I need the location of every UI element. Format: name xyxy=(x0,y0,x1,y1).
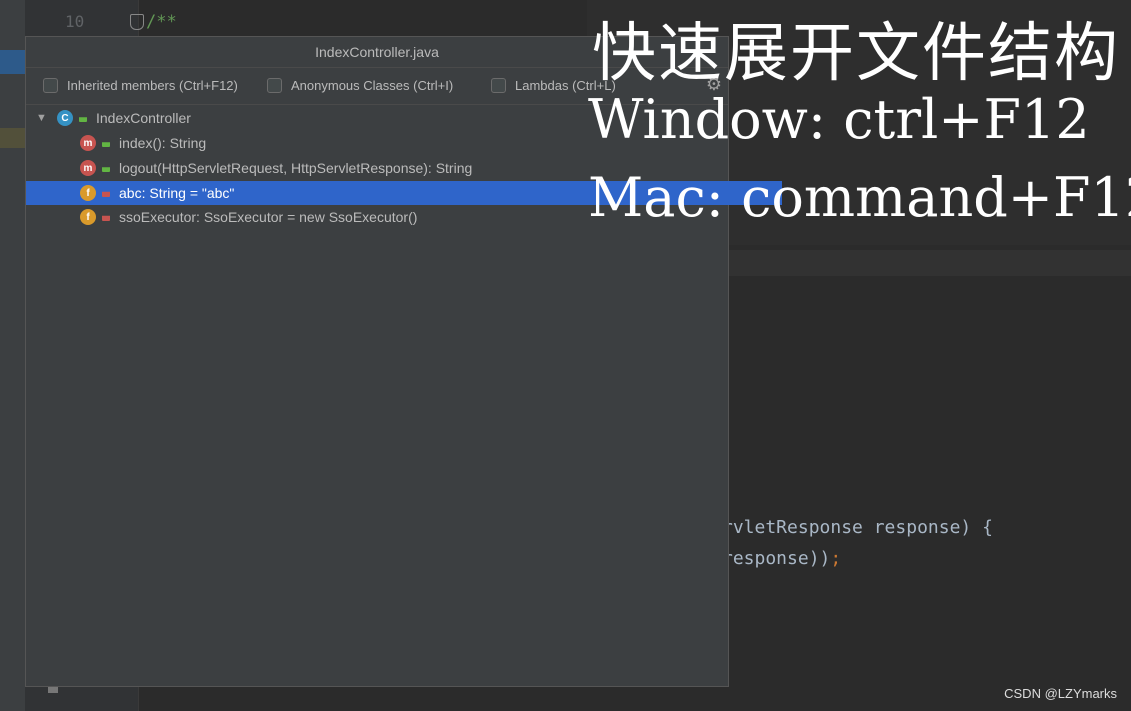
tree-node-label: abc: String = "abc" xyxy=(119,185,235,201)
public-access-icon xyxy=(102,167,110,172)
code-semicolon: ; xyxy=(830,548,842,569)
inherited-members-option[interactable]: Inherited members (Ctrl+F12) xyxy=(43,78,238,93)
tool-strip-active-marker xyxy=(0,50,25,74)
code-line: response)); xyxy=(722,548,841,569)
windows-shortcut: Window: ctrl+F12 xyxy=(588,88,1090,151)
public-access-icon xyxy=(79,117,87,122)
anonymous-classes-checkbox[interactable] xyxy=(267,78,282,93)
lambdas-checkbox[interactable] xyxy=(491,78,506,93)
code-text: response)) xyxy=(722,548,831,569)
method-icon: m xyxy=(80,160,96,176)
overlay-title: 快速展开文件结构 xyxy=(592,17,1120,91)
private-access-icon xyxy=(102,191,110,197)
code-line: rvletResponse response) { xyxy=(722,517,993,538)
public-access-icon xyxy=(102,142,110,147)
caret-line-highlight xyxy=(729,250,1131,276)
class-icon: C xyxy=(57,110,73,126)
anonymous-classes-option[interactable]: Anonymous Classes (Ctrl+I) xyxy=(267,78,453,93)
tree-node-label: logout(HttpServletRequest, HttpServletRe… xyxy=(119,160,473,176)
private-access-icon xyxy=(102,215,110,221)
tree-node-label: ssoExecutor: SsoExecutor = new SsoExecut… xyxy=(119,209,418,225)
tool-strip-marker xyxy=(0,128,25,148)
field-icon: f xyxy=(80,185,96,201)
chevron-down-icon[interactable]: ▼ xyxy=(36,112,47,124)
field-icon: f xyxy=(80,209,96,225)
mac-shortcut: Mac: command+F12 xyxy=(588,166,1131,229)
option-label: Anonymous Classes (Ctrl+I) xyxy=(291,78,454,93)
method-icon: m xyxy=(80,135,96,151)
left-tool-strip xyxy=(0,0,25,711)
watermark: CSDN @LZYmarks xyxy=(1004,686,1117,701)
line-number: 10 xyxy=(65,12,85,31)
inherited-members-checkbox[interactable] xyxy=(43,78,58,93)
fold-icon[interactable] xyxy=(130,14,144,30)
tree-node-label: IndexController xyxy=(96,110,191,126)
code-comment: /** xyxy=(146,12,177,32)
tree-node-label: index(): String xyxy=(119,135,207,151)
option-label: Inherited members (Ctrl+F12) xyxy=(67,78,238,93)
